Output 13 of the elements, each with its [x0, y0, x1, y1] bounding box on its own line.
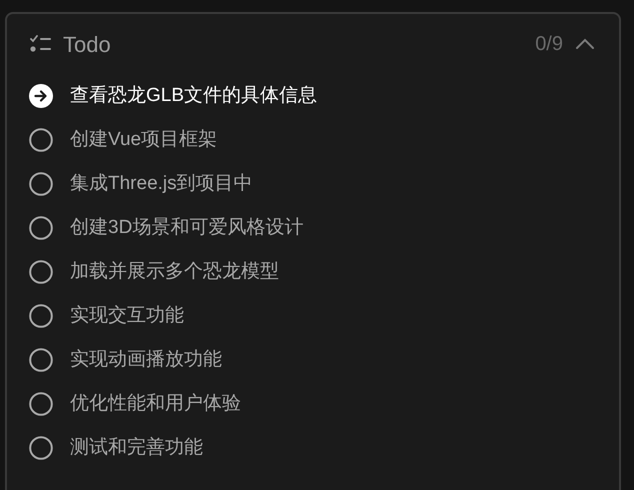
- todo-text: 实现交互功能: [70, 304, 184, 328]
- checklist-icon: [29, 35, 51, 53]
- todo-count: 0/9: [535, 32, 563, 57]
- todo-text: 查看恐龙GLB文件的具体信息: [70, 84, 318, 108]
- panel-title: Todo: [63, 30, 111, 58]
- todo-text: 加载并展示多个恐龙模型: [70, 260, 279, 284]
- todo-text: 优化性能和用户体验: [70, 392, 241, 416]
- todo-text: 实现动画播放功能: [70, 348, 222, 372]
- todo-text: 创建Vue项目框架: [70, 128, 218, 152]
- chevron-up-icon: [575, 38, 595, 50]
- todo-text: 测试和完善功能: [70, 436, 203, 460]
- todo-text: 创建3D场景和可爱风格设计: [70, 216, 304, 240]
- todo-text: 集成Three.js到项目中: [70, 172, 253, 196]
